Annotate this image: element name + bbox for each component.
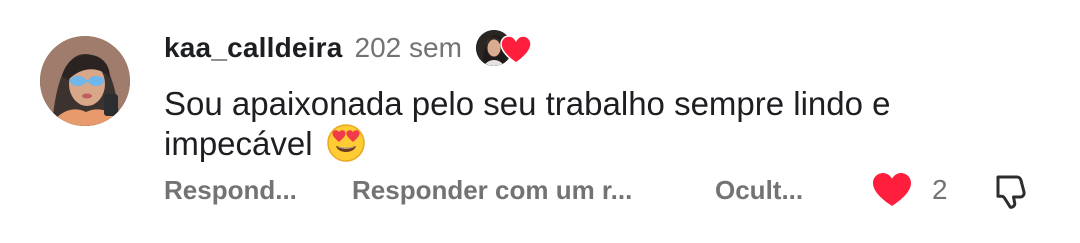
comment: kaa_calldeira 202 sem Sou apaixonada pel… (0, 0, 1080, 243)
heart-eyes-emoji-icon (326, 123, 366, 163)
reply-with-sticker-button[interactable]: Responder com um r... (352, 170, 632, 210)
user-avatar[interactable] (40, 36, 130, 126)
comment-actions: Respond... Responder com um r... Ocult..… (164, 170, 1044, 210)
comment-header: kaa_calldeira 202 sem (164, 26, 534, 70)
author-liked-heart-icon (500, 35, 532, 65)
thumbs-down-icon[interactable] (990, 170, 1030, 210)
comment-text: Sou apaixonada pelo seu trabalho sempre … (164, 84, 1024, 163)
author-liked-indicator (475, 26, 534, 70)
comment-body: Sou apaixonada pelo seu trabalho sempre … (164, 85, 891, 162)
heart-icon[interactable] (872, 172, 912, 208)
hide-comment-button[interactable]: Ocult... (715, 170, 803, 210)
like-count: 2 (932, 174, 948, 205)
avatar-photo (40, 36, 130, 126)
reply-button[interactable]: Respond... (164, 170, 297, 210)
timestamp: 202 sem (354, 32, 462, 63)
username[interactable]: kaa_calldeira (164, 32, 343, 64)
